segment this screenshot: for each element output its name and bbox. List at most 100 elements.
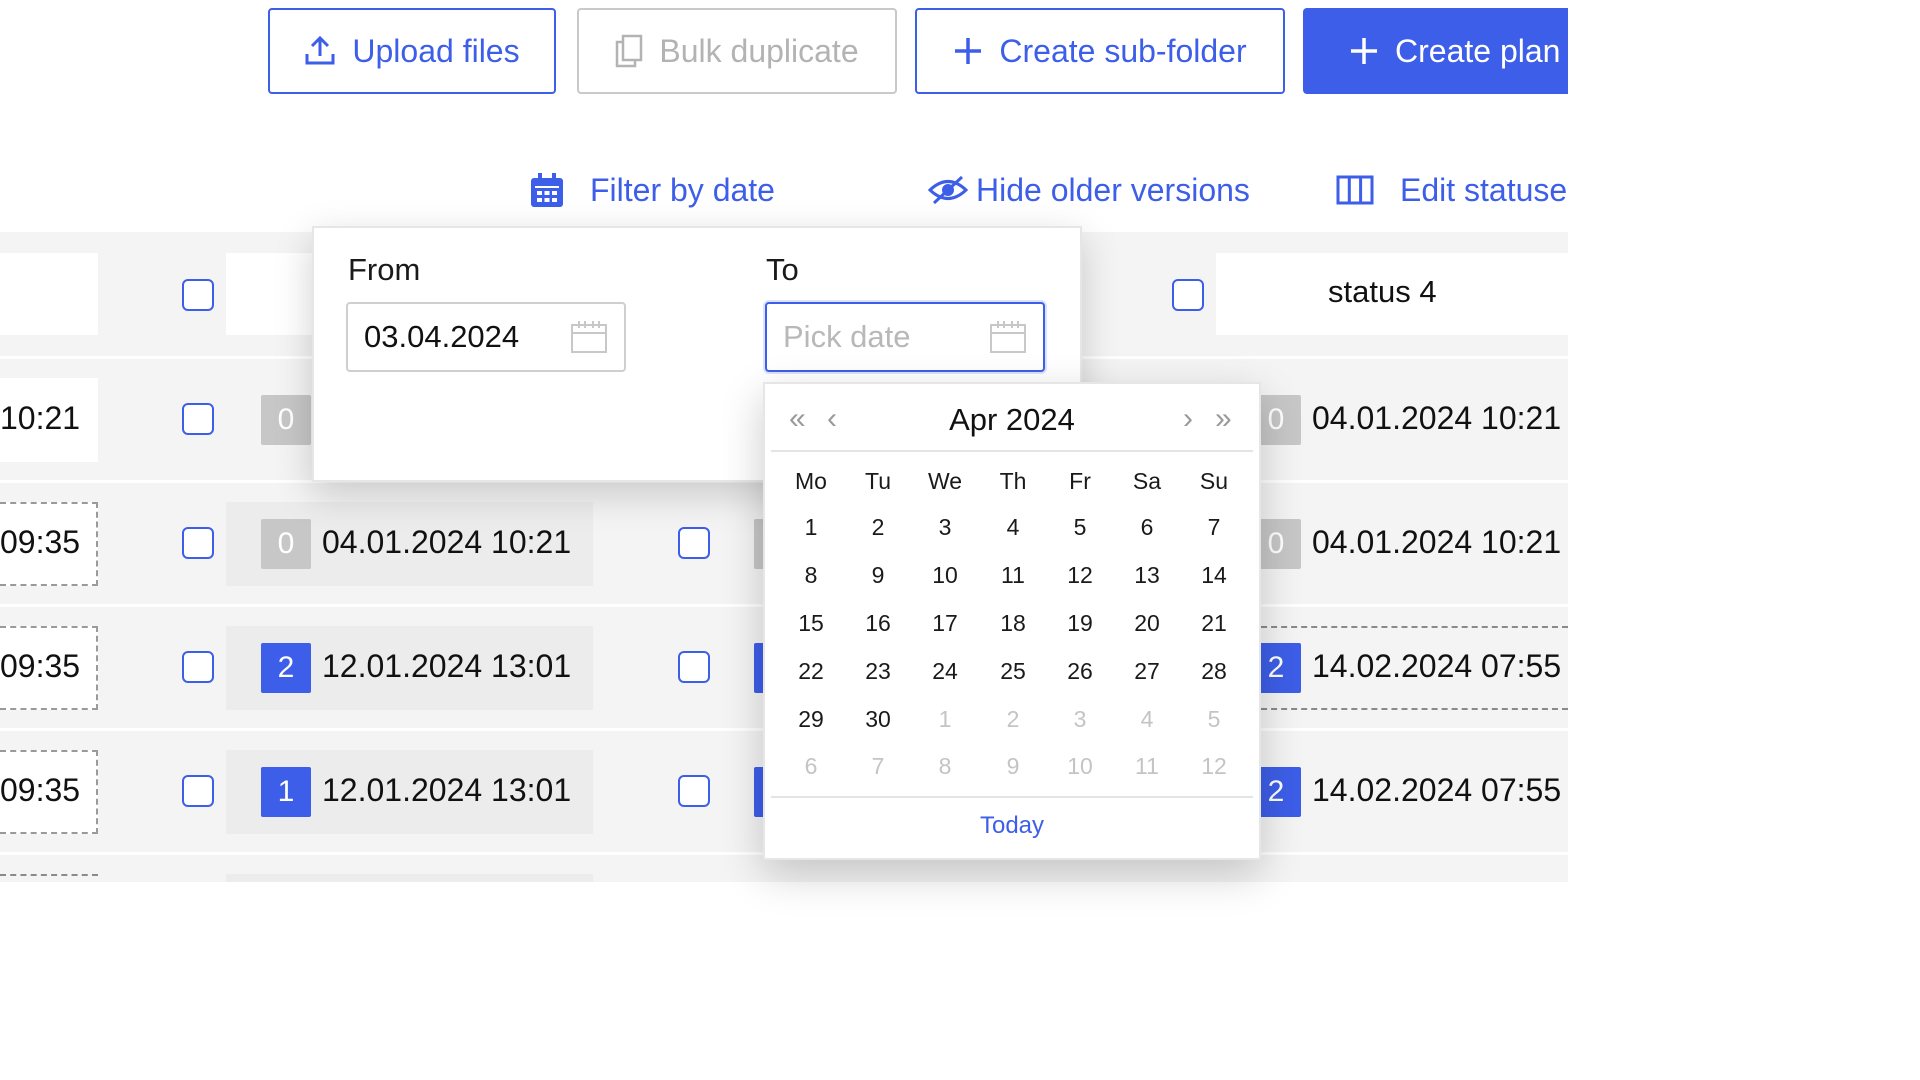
calendar-day[interactable]: 1 — [781, 514, 841, 541]
to-date-input[interactable] — [781, 318, 975, 356]
table-cell — [226, 874, 593, 882]
filter-by-date-button[interactable]: Filter by date — [530, 168, 775, 212]
calendar-day[interactable]: 4 — [983, 514, 1043, 541]
weekday-label: Mo — [795, 468, 827, 494]
calendar-day[interactable]: 6 — [1117, 514, 1177, 541]
upload-icon — [305, 36, 335, 65]
calendar-day[interactable]: 4 — [1117, 706, 1177, 733]
hide-older-versions-label: Hide older versions — [976, 171, 1250, 208]
upload-files-label: Upload files — [352, 32, 520, 69]
row-checkbox[interactable] — [678, 651, 710, 683]
version-badge: 2 — [261, 643, 311, 693]
to-date-field[interactable] — [765, 302, 1045, 372]
calendar-day[interactable]: 27 — [1117, 658, 1177, 685]
calendar-day[interactable]: 1 — [915, 706, 975, 733]
today-button[interactable]: Today — [765, 812, 1259, 840]
calendar-day[interactable]: 26 — [1050, 658, 1110, 685]
cell-date: 12.01.2024 13:01 — [322, 772, 572, 808]
calendar-day[interactable]: 13 — [1117, 562, 1177, 589]
cell-time: 09:35 — [0, 648, 81, 684]
cell-time: 10:21 — [0, 400, 81, 436]
calendar-day[interactable]: 25 — [983, 658, 1043, 685]
row-checkbox[interactable] — [678, 775, 710, 807]
calendar-day[interactable]: 8 — [781, 562, 841, 589]
calendar-icon — [990, 321, 1026, 353]
cell-date: 04.01.2024 10:21 — [1312, 524, 1562, 560]
cell-date: 04.01.2024 10:21 — [1312, 400, 1562, 436]
row-checkbox[interactable] — [182, 403, 214, 435]
calendar-day[interactable]: 30 — [848, 706, 908, 733]
calendar-icon — [531, 173, 563, 207]
calendar-day[interactable]: 2 — [983, 706, 1043, 733]
header-cell — [0, 253, 98, 335]
calendar-day[interactable]: 5 — [1050, 514, 1110, 541]
calendar-day[interactable]: 9 — [983, 753, 1043, 780]
to-label: To — [766, 252, 799, 287]
calendar-day[interactable]: 23 — [848, 658, 908, 685]
calendar-day[interactable]: 20 — [1117, 610, 1177, 637]
weekday-label: Fr — [1069, 468, 1091, 494]
version-badge: 0 — [261, 519, 311, 569]
calendar-day[interactable]: 3 — [1050, 706, 1110, 733]
bulk-duplicate-button[interactable]: Bulk duplicate — [577, 8, 897, 94]
calendar-divider — [771, 450, 1253, 452]
calendar-day[interactable]: 17 — [915, 610, 975, 637]
select-column-checkbox[interactable] — [1172, 279, 1204, 311]
edit-statuses-label: Edit statuse — [1400, 171, 1568, 208]
calendar-day[interactable]: 12 — [1050, 562, 1110, 589]
from-date-input[interactable] — [362, 318, 556, 356]
weekday-label: We — [927, 468, 963, 494]
calendar-day[interactable]: 11 — [983, 562, 1043, 589]
calendar-icon — [571, 321, 607, 353]
calendar-day[interactable]: 28 — [1184, 658, 1244, 685]
duplicate-icon — [616, 34, 643, 68]
calendar-day[interactable]: 7 — [1184, 514, 1244, 541]
select-column-checkbox[interactable] — [182, 279, 214, 311]
create-plan-label: Create plan — [1395, 32, 1561, 69]
calendar-day[interactable]: 10 — [1050, 753, 1110, 780]
calendar-day[interactable]: 3 — [915, 514, 975, 541]
row-checkbox[interactable] — [182, 651, 214, 683]
eye-slash-icon — [928, 175, 968, 205]
hide-older-versions-button[interactable]: Hide older versions — [928, 168, 1250, 212]
columns-icon — [1336, 175, 1374, 205]
cell-time: 09:35 — [0, 524, 81, 560]
bulk-duplicate-label: Bulk duplicate — [659, 32, 859, 69]
upload-files-button[interactable]: Upload files — [268, 8, 556, 94]
row-checkbox[interactable] — [678, 527, 710, 559]
calendar-day[interactable]: 8 — [915, 753, 975, 780]
calendar-day[interactable]: 11 — [1117, 753, 1177, 780]
edit-statuses-button[interactable]: Edit statuse — [1336, 168, 1567, 212]
row-checkbox[interactable] — [182, 527, 214, 559]
create-sub-folder-button[interactable]: Create sub-folder — [915, 8, 1285, 94]
calendar-day[interactable]: 22 — [781, 658, 841, 685]
calendar-day[interactable]: 7 — [848, 753, 908, 780]
plus-icon — [955, 38, 982, 64]
calendar-day[interactable]: 9 — [848, 562, 908, 589]
calendar-day[interactable]: 6 — [781, 753, 841, 780]
calendar-day[interactable]: 18 — [983, 610, 1043, 637]
date-picker-calendar: « ‹ Apr 2024 › » Mo Tu We Th Fr Sa Su 12345678… — [763, 382, 1261, 860]
calendar-day[interactable]: 10 — [915, 562, 975, 589]
calendar-day[interactable]: 14 — [1184, 562, 1244, 589]
calendar-day[interactable]: 21 — [1184, 610, 1244, 637]
weekday-label: Th — [999, 468, 1027, 494]
calendar-day[interactable]: 5 — [1184, 706, 1244, 733]
calendar-day[interactable]: 12 — [1184, 753, 1244, 780]
create-plan-button[interactable]: Create plan — [1303, 8, 1568, 94]
filter-by-date-label: Filter by date — [590, 171, 775, 208]
calendar-day[interactable]: 16 — [848, 610, 908, 637]
next-month-icon[interactable]: › — [1183, 402, 1193, 436]
calendar-day[interactable]: 19 — [1050, 610, 1110, 637]
cell-date: 04.01.2024 10:21 — [322, 524, 572, 560]
from-date-field[interactable] — [346, 302, 626, 372]
next-year-icon[interactable]: » — [1215, 402, 1232, 436]
row-checkbox[interactable] — [182, 775, 214, 807]
calendar-day[interactable]: 24 — [915, 658, 975, 685]
calendar-day[interactable]: 15 — [781, 610, 841, 637]
calendar-day[interactable]: 29 — [781, 706, 841, 733]
calendar-header: « ‹ Apr 2024 › » — [765, 384, 1259, 456]
version-badge: 1 — [261, 767, 311, 817]
calendar-day[interactable]: 2 — [848, 514, 908, 541]
header-cell — [226, 253, 326, 335]
